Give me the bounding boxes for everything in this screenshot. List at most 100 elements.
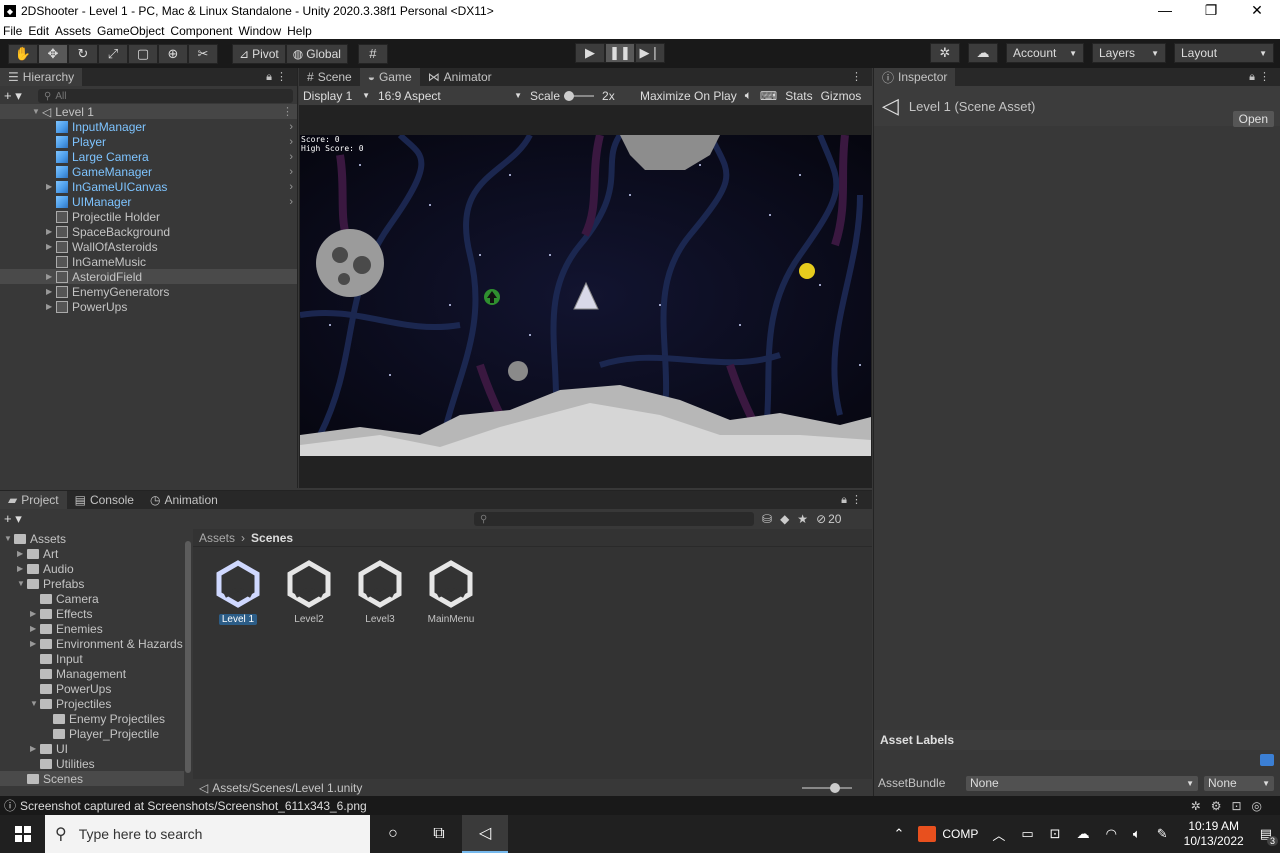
scene-asset-item[interactable]: Level3	[345, 559, 415, 625]
chevron-right-icon[interactable]: ›	[289, 151, 293, 163]
kebab-menu-icon[interactable]: ⋮	[282, 105, 293, 118]
hierarchy-item[interactable]: Player ›	[0, 134, 297, 149]
minimize-icon[interactable]: —	[1142, 0, 1188, 22]
expand-arrow-icon[interactable]: ▶	[30, 609, 40, 618]
scale-knob[interactable]	[564, 90, 575, 101]
hierarchy-item[interactable]: InputManager ›	[0, 119, 297, 134]
pivot-button[interactable]: ⊿ Pivot	[232, 43, 286, 64]
tab-hierarchy[interactable]: ☰ Hierarchy	[0, 68, 83, 86]
hidden-packages-icon[interactable]: ⊘	[816, 512, 826, 526]
aspect-dropdown[interactable]: 16:9 Aspect ▼	[374, 89, 526, 103]
tab-inspector[interactable]: ⓘ Inspector	[874, 68, 956, 86]
expand-arrow-icon[interactable]: ▶	[17, 564, 27, 573]
breadcrumb-root[interactable]: Assets	[199, 531, 235, 545]
tab-project[interactable]: ▰ Project	[0, 491, 67, 509]
comp-widget[interactable]: COMP	[918, 826, 978, 842]
folder-tree-item[interactable]: ▼ Projectiles	[30, 696, 111, 711]
grid-snap-icon[interactable]: #	[357, 43, 388, 64]
assetbundle-dropdown[interactable]: None ▼	[966, 775, 1198, 791]
add-object-button[interactable]: + ▾	[4, 88, 38, 104]
filter-type-icon[interactable]: ⛁	[762, 512, 772, 526]
create-asset-button[interactable]: + ▾	[4, 511, 474, 527]
notifications-icon[interactable]: ▤ 3	[1260, 826, 1278, 846]
hierarchy-item[interactable]: ▶ WallOfAsteroids	[0, 239, 297, 254]
account-dropdown[interactable]: Account ▼	[1006, 43, 1084, 63]
menu-file[interactable]: File	[3, 24, 22, 38]
scene-asset-item[interactable]: Level 1	[203, 559, 273, 625]
status-icons[interactable]: ✲⚙⊡◎	[1191, 799, 1272, 813]
keyboard-icon[interactable]: ⌨	[756, 89, 781, 103]
step-button[interactable]: ▶❘	[635, 43, 665, 63]
assetbundle-variant-dropdown[interactable]: None ▼	[1204, 775, 1274, 791]
expand-arrow-icon[interactable]: ▼	[4, 534, 14, 543]
tree-scrollbar[interactable]	[185, 541, 191, 773]
layout-dropdown[interactable]: Layout ▼	[1174, 43, 1274, 63]
close-icon[interactable]: ✕	[1234, 0, 1280, 22]
folder-tree-item[interactable]: ▼ Prefabs	[17, 576, 84, 591]
play-button[interactable]: ▶	[575, 43, 605, 63]
restore-icon[interactable]: ❐	[1188, 0, 1234, 22]
tab-scene[interactable]: # Scene	[299, 68, 360, 86]
folder-tree-item[interactable]: ▼ Assets	[4, 531, 66, 546]
layers-dropdown[interactable]: Layers ▼	[1092, 43, 1166, 63]
tab-animator[interactable]: ⋈ Animator	[420, 68, 500, 86]
task-view-icon[interactable]: ⧉	[416, 815, 462, 853]
volume-icon[interactable]: 🔈︎	[1133, 826, 1141, 842]
folder-tree-item[interactable]: ▶ Art	[17, 546, 58, 561]
menu-help[interactable]: Help	[287, 24, 312, 38]
kebab-menu-icon[interactable]: ⋮	[851, 70, 866, 83]
project-search-input[interactable]: ⚲	[474, 512, 754, 526]
hand-tool-icon[interactable]: ✋	[8, 43, 38, 64]
folder-tree-item[interactable]: ▶ Audio	[17, 561, 74, 576]
expand-arrow-icon[interactable]: ▼	[17, 579, 27, 588]
hierarchy-item[interactable]: Large Camera ›	[0, 149, 297, 164]
meet-now-icon[interactable]: ⊡	[1050, 826, 1061, 842]
hierarchy-item[interactable]: UIManager ›	[0, 194, 297, 209]
folder-tree-item[interactable]: ▶ Enemies	[30, 621, 103, 636]
expand-arrow-icon[interactable]: ▶	[17, 549, 27, 558]
taskbar-search-box[interactable]: ⚲ Type here to search	[45, 815, 370, 853]
hierarchy-item[interactable]: ▶ SpaceBackground	[0, 224, 297, 239]
scene-asset-item[interactable]: MainMenu	[416, 559, 486, 625]
collab-icon[interactable]: ✲	[930, 43, 960, 63]
tab-game[interactable]: ◒ Game	[359, 68, 420, 86]
global-button[interactable]: ◍ Global	[285, 43, 348, 64]
pause-button[interactable]: ❚❚	[605, 43, 635, 63]
expand-arrow-icon[interactable]: ▶	[30, 639, 40, 648]
battery-icon[interactable]: ▭	[1021, 826, 1033, 842]
hierarchy-item[interactable]: ▶ AsteroidField	[0, 269, 297, 284]
stats-toggle[interactable]: Stats	[781, 89, 816, 103]
rect-tool-icon[interactable]: ▢	[128, 43, 158, 64]
wifi-icon[interactable]: ◠	[1106, 826, 1117, 842]
taskbar-clock[interactable]: 10:19 AM 10/13/2022	[1184, 819, 1244, 849]
menu-window[interactable]: Window	[238, 24, 281, 38]
unity-taskbar-icon[interactable]: ◁	[462, 815, 508, 853]
filter-label-icon[interactable]: ◆	[780, 512, 789, 526]
hierarchy-item[interactable]: ▶ InGameUICanvas ›	[0, 179, 297, 194]
scale-slider[interactable]: Scale 2x	[526, 89, 636, 103]
scene-root-row[interactable]: ▼ ◁ Level 1 ⋮	[0, 104, 297, 119]
menu-edit[interactable]: Edit	[28, 24, 49, 38]
pen-icon[interactable]: ✎	[1157, 826, 1168, 842]
open-button[interactable]: Open	[1232, 111, 1274, 127]
tab-animation[interactable]: ◷ Animation	[142, 491, 226, 509]
hierarchy-item[interactable]: InGameMusic	[0, 254, 297, 269]
expand-arrow-icon[interactable]: ▶	[46, 182, 56, 191]
icon-size-slider[interactable]	[802, 787, 852, 789]
expand-arrow-icon[interactable]: ▼	[30, 699, 40, 708]
folder-tree-item[interactable]: ▶ Environment & Hazards	[30, 636, 183, 651]
hierarchy-item[interactable]: ▶ PowerUps	[0, 299, 297, 314]
menu-component[interactable]: Component	[170, 24, 232, 38]
rotate-tool-icon[interactable]: ↻	[68, 43, 98, 64]
expand-arrow-icon[interactable]: ▶	[30, 744, 40, 753]
expand-arrow-icon[interactable]: ▶	[46, 302, 56, 311]
menu-assets[interactable]: Assets	[55, 24, 91, 38]
breadcrumb-current[interactable]: Scenes	[251, 531, 293, 545]
folder-tree-item[interactable]: Utilities	[30, 756, 95, 771]
hierarchy-search-input[interactable]: ⚲ All	[38, 89, 293, 103]
cortana-icon[interactable]: ○	[370, 815, 416, 853]
hierarchy-item[interactable]: Projectile Holder	[0, 209, 297, 224]
favorite-star-icon[interactable]: ★	[797, 512, 808, 526]
chevron-right-icon[interactable]: ›	[289, 121, 293, 133]
folder-tree-item[interactable]: Player_Projectile	[43, 726, 159, 741]
